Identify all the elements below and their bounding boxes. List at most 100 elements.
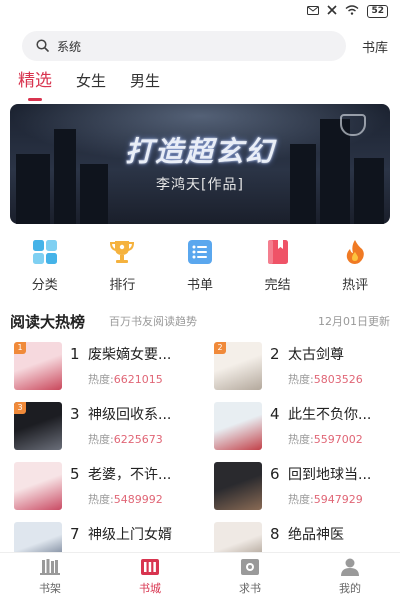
nav-label: 书架 xyxy=(39,582,61,595)
ranking-item[interactable]: 2 2 太古剑尊 热度:5803526 xyxy=(214,342,390,390)
ranking-item-title-line: 7 神级上门女婿 xyxy=(70,524,206,544)
quick-nav-label: 热评 xyxy=(342,278,369,293)
ranking-item-info: 5 老婆，不许... 热度:5489992 xyxy=(70,462,206,510)
rank-number: 1 xyxy=(70,345,80,363)
ranking-item-title-line: 5 老婆，不许... xyxy=(70,464,206,484)
ranking-list: 1 1 废柴嫡女要... 热度:6621015 2 2 太古剑尊 热度:5803526 3 3 神级… xyxy=(14,342,390,570)
ranking-item-title-line: 6 回到地球当... xyxy=(270,464,390,484)
heat-value: 5489992 xyxy=(113,493,163,506)
wifi-icon xyxy=(345,5,359,18)
rank-number: 4 xyxy=(270,405,280,423)
heat-value: 5597002 xyxy=(313,433,363,446)
ranking-item[interactable]: 4 此生不负你... 热度:5597002 xyxy=(214,402,390,450)
tab-featured[interactable]: 精选 xyxy=(18,66,52,101)
quick-nav-booklist[interactable]: 书单 xyxy=(170,238,230,293)
book-heat: 热度:5597002 xyxy=(270,431,390,447)
quick-nav-label: 分类 xyxy=(31,278,58,293)
nav-label: 求书 xyxy=(239,582,261,595)
ranking-title: 阅读大热榜 xyxy=(10,312,86,331)
tab-male[interactable]: 男生 xyxy=(130,70,160,101)
book-title: 绝品神医 xyxy=(288,527,344,543)
quick-nav: 分类 排行 书单 完结 热评 xyxy=(6,238,394,293)
banner-building xyxy=(80,164,108,224)
ranking-update-date: 12月01日更新 xyxy=(318,315,390,328)
mute-icon xyxy=(327,5,338,18)
nav-label: 我的 xyxy=(339,582,361,595)
quick-nav-label: 排行 xyxy=(109,278,136,293)
ranking-item-title-line: 4 此生不负你... xyxy=(270,404,390,424)
ranking-item-info: 3 神级回收系... 热度:6225673 xyxy=(70,402,206,450)
book-cover xyxy=(14,462,62,510)
list-icon xyxy=(186,238,214,266)
nav-bookstore[interactable]: 书城 xyxy=(120,557,180,596)
book-heat: 热度:5947929 xyxy=(270,491,390,507)
flame-icon xyxy=(341,238,369,266)
ranking-item[interactable]: 3 3 神级回收系... 热度:6225673 xyxy=(14,402,214,450)
quick-nav-completed[interactable]: 完结 xyxy=(248,238,308,293)
request-book-icon xyxy=(240,557,260,577)
quick-nav-hot-reviews[interactable]: 热评 xyxy=(325,238,385,293)
book-heat: 热度:5489992 xyxy=(70,491,206,507)
heat-value: 5947929 xyxy=(313,493,363,506)
tab-female[interactable]: 女生 xyxy=(76,70,106,101)
ranking-item-title-line: 2 太古剑尊 xyxy=(270,344,390,364)
book-title: 神级上门女婿 xyxy=(88,527,172,543)
status-bar: 52 xyxy=(0,0,400,26)
book-cover: 1 xyxy=(14,342,62,390)
quick-nav-ranking[interactable]: 排行 xyxy=(92,238,152,293)
search-icon xyxy=(36,37,49,56)
nav-label: 书城 xyxy=(139,582,161,595)
ranking-item[interactable]: 6 回到地球当... 热度:5947929 xyxy=(214,462,390,510)
search-row: 系统 书库 xyxy=(22,30,392,62)
book-title: 太古剑尊 xyxy=(288,347,344,363)
ranking-item[interactable]: 5 老婆，不许... 热度:5489992 xyxy=(14,462,214,510)
rank-number: 3 xyxy=(70,405,80,423)
bottom-nav: 书架 书城 求书 我的 xyxy=(0,552,400,600)
heat-label: 热度: xyxy=(88,433,114,446)
book-heat: 热度:6621015 xyxy=(70,371,206,387)
book-title: 神级回收系... xyxy=(88,407,172,423)
nav-profile[interactable]: 我的 xyxy=(320,557,380,596)
book-heat: 热度:6225673 xyxy=(70,431,206,447)
ranking-item-info: 4 此生不负你... 热度:5597002 xyxy=(270,402,390,450)
nav-bookshelf[interactable]: 书架 xyxy=(20,557,80,596)
trophy-icon xyxy=(108,238,136,266)
heat-value: 5803526 xyxy=(313,373,363,386)
heat-label: 热度: xyxy=(288,373,314,386)
ranking-item-title-line: 8 绝品神医 xyxy=(270,524,390,544)
rank-number: 8 xyxy=(270,525,280,543)
quick-nav-category[interactable]: 分类 xyxy=(15,238,75,293)
ranking-item-info: 1 废柴嫡女要... 热度:6621015 xyxy=(70,342,206,390)
search-text: 系统 xyxy=(57,39,82,54)
heat-label: 热度: xyxy=(88,493,114,506)
ranking-item-info: 6 回到地球当... 热度:5947929 xyxy=(270,462,390,510)
book-title: 废柴嫡女要... xyxy=(88,347,172,363)
tab-label: 男生 xyxy=(130,72,161,90)
bookshelf-icon xyxy=(40,557,60,577)
ranking-item[interactable]: 1 1 废柴嫡女要... 热度:6621015 xyxy=(14,342,214,390)
book-cover: 2 xyxy=(214,342,262,390)
bookstore-icon xyxy=(140,557,160,577)
tab-active-indicator xyxy=(28,98,42,101)
heat-value: 6225673 xyxy=(113,433,163,446)
ranking-item-title-line: 3 神级回收系... xyxy=(70,404,206,424)
ranking-item-info: 2 太古剑尊热度:5803526 xyxy=(270,342,390,390)
battery-icon: 52 xyxy=(367,5,388,18)
book-cover: 3 xyxy=(14,402,62,450)
book-title: 回到地球当... xyxy=(288,467,372,483)
search-input[interactable]: 系统 xyxy=(22,31,346,61)
ranking-item-title-line: 1 废柴嫡女要... xyxy=(70,344,206,364)
quick-nav-label: 书单 xyxy=(186,278,213,293)
library-link[interactable]: 书库 xyxy=(362,37,388,56)
ranking-header: 阅读大热榜 百万书友阅读趋势 12月01日更新 xyxy=(10,310,390,332)
heat-label: 热度: xyxy=(288,433,314,446)
heat-label: 热度: xyxy=(88,373,114,386)
rank-badge: 1 xyxy=(14,342,26,354)
nav-request-book[interactable]: 求书 xyxy=(220,557,280,596)
rank-number: 7 xyxy=(70,525,80,543)
promo-banner[interactable]: 打造超玄幻 李鸿天[作品] xyxy=(10,104,390,224)
rank-number: 2 xyxy=(270,345,280,363)
channel-tabs: 精选 女生 男生 xyxy=(18,66,160,101)
banner-author: 李鸿天[作品] xyxy=(156,177,244,193)
book-heat: 热度:5803526 xyxy=(270,371,390,387)
